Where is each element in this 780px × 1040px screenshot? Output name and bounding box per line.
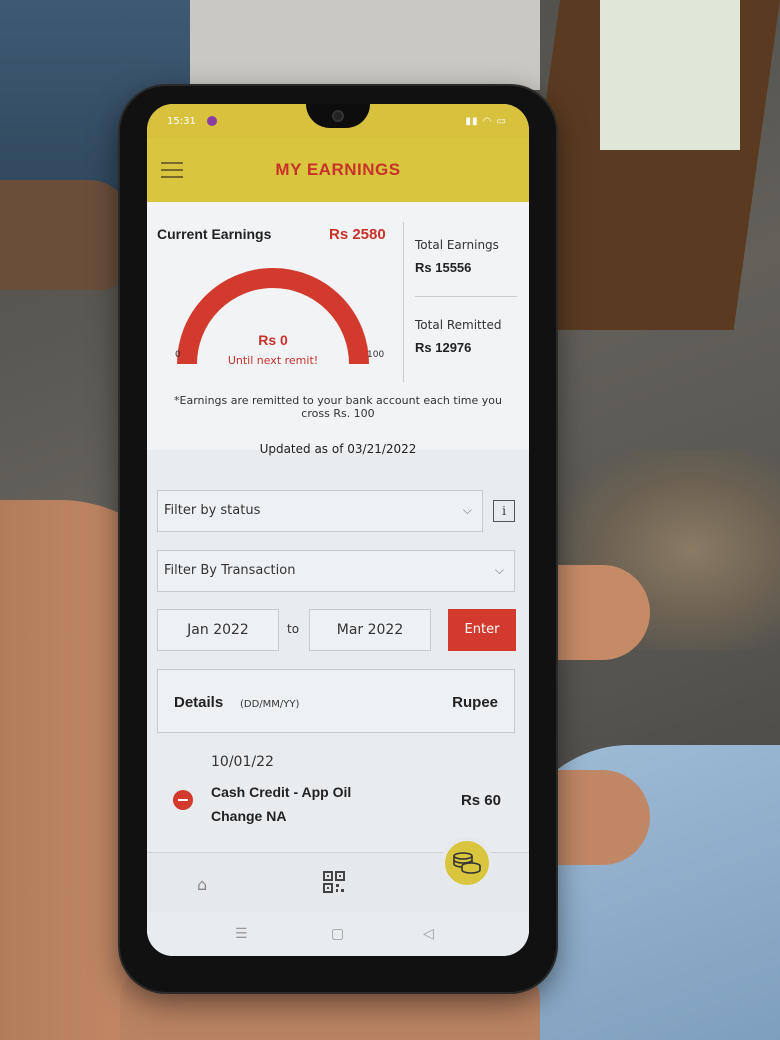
- transaction-amount: Rs 60: [460, 792, 501, 809]
- gauge-value: Rs 0: [258, 332, 288, 348]
- phone-screen: 15:31 ▮▮ ◠ ▭ MY EARNINGS Current Earning…: [147, 104, 529, 956]
- home-icon[interactable]: ⌂: [197, 875, 207, 894]
- vertical-divider: [403, 222, 404, 382]
- page-title: MY EARNINGS: [275, 160, 401, 179]
- system-home-icon[interactable]: ▢: [331, 926, 344, 942]
- details-rupee-label: Rupee: [452, 694, 498, 711]
- hamburger-menu-icon[interactable]: [161, 162, 183, 178]
- date-from-field[interactable]: Jan 2022: [157, 609, 279, 651]
- transaction-description: Cash Credit - App Oil Change NA: [211, 784, 352, 824]
- remit-gauge: [177, 268, 369, 365]
- date-range-to-label: to: [287, 622, 300, 636]
- system-nav-bar: ☰ ▢ ◁: [147, 912, 529, 956]
- app-header: MY EARNINGS: [147, 138, 529, 202]
- date-to-field[interactable]: Mar 2022: [309, 609, 431, 651]
- minus-circle-icon[interactable]: [173, 790, 193, 810]
- status-time: 15:31: [167, 116, 196, 127]
- details-header: Details (DD/MM/YY) Rupee: [157, 669, 515, 733]
- earnings-summary: Current Earnings Rs 2580 0 100 Rs 0 Unti…: [147, 202, 529, 450]
- transaction-date: 10/01/22: [211, 754, 274, 770]
- horizontal-divider: [415, 296, 517, 297]
- current-earnings-value: Rs 2580: [329, 226, 386, 243]
- chevron-down-icon: ⌵: [494, 563, 504, 577]
- transaction-filter-label: Filter By Transaction: [164, 563, 296, 578]
- qr-code-icon[interactable]: [323, 871, 345, 893]
- photo-shoe: [0, 180, 130, 290]
- total-earnings-label: Total Earnings: [415, 238, 499, 252]
- photo-finger-bottom: [540, 770, 650, 865]
- coins-icon: [453, 852, 481, 874]
- transaction-filter-select[interactable]: Filter By Transaction ⌵: [157, 550, 515, 592]
- chevron-down-icon: ⌵: [462, 503, 472, 517]
- total-remitted-value: Rs 12976: [415, 340, 472, 355]
- recent-apps-icon[interactable]: ☰: [235, 926, 248, 942]
- info-button[interactable]: i: [493, 500, 515, 522]
- notification-icon: [207, 116, 217, 126]
- status-icons: ▮▮ ◠ ▭: [465, 116, 507, 127]
- camera-icon: [332, 110, 344, 122]
- total-earnings-value: Rs 15556: [415, 260, 472, 275]
- coins-button[interactable]: [441, 837, 493, 889]
- photo-paper: [600, 0, 740, 150]
- details-date-format: (DD/MM/YY): [240, 699, 300, 710]
- photo-finger-top: [540, 565, 650, 660]
- remit-note: *Earnings are remitted to your bank acco…: [174, 394, 502, 420]
- status-filter-select[interactable]: Filter by status ⌵: [157, 490, 483, 532]
- photo-step: [180, 0, 540, 90]
- bottom-nav: ⌂: [147, 837, 529, 912]
- gauge-caption: Until next remit!: [227, 354, 319, 367]
- back-icon[interactable]: ◁: [423, 926, 434, 942]
- enter-button[interactable]: Enter: [448, 609, 516, 651]
- gauge-arc: [177, 268, 369, 365]
- total-remitted-label: Total Remitted: [415, 318, 502, 332]
- current-earnings-label: Current Earnings: [157, 226, 272, 242]
- updated-date: Updated as of 03/21/2022: [259, 442, 417, 456]
- status-filter-label: Filter by status: [164, 503, 261, 518]
- details-title: Details: [174, 694, 224, 711]
